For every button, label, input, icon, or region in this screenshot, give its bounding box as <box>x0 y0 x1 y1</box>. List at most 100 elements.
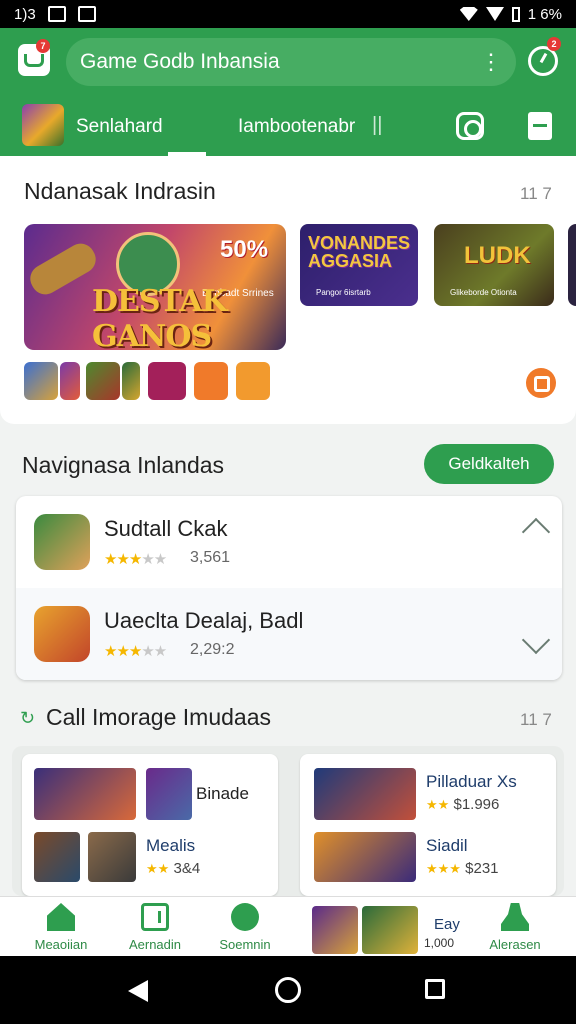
banner-secondary[interactable]: VONANDES AGGASIA Pangor 6isrtarb <box>300 224 418 306</box>
rating-count: 2,29:2 <box>190 641 235 658</box>
list-item[interactable]: Uaeclta Dealaj, Badl ★★★★★ 2,29:2 <box>16 588 562 680</box>
section-count: 11 7 <box>520 184 552 203</box>
card-price: ★★★ $231 <box>426 860 499 877</box>
inbox-icon[interactable]: 7 <box>18 39 50 76</box>
refresh-icon: ↻ <box>20 708 36 728</box>
battery-text: 1 6% <box>527 5 562 23</box>
game-thumbnail[interactable] <box>194 362 228 400</box>
section-title: Ndanasak Indrasin <box>24 178 216 204</box>
see-all-button[interactable]: Geldkalteh <box>424 444 554 484</box>
game-thumbnail[interactable] <box>314 768 416 820</box>
popular-section: Navignasa Inlandas Geldkalteh Sudtall Ck… <box>0 430 576 700</box>
wifi-icon <box>459 7 478 21</box>
back-icon[interactable] <box>128 980 148 1002</box>
game-thumbnail[interactable] <box>314 832 416 882</box>
game-thumbnail <box>312 906 358 954</box>
bottom-nav: Meaoiian Aernadin Soemnin Alerasen <box>0 896 576 956</box>
banner-tertiary[interactable]: LUDK Glikeborde Otionta <box>434 224 554 306</box>
camera-icon[interactable] <box>456 112 484 140</box>
card-price: ★★ $1.996 <box>426 796 500 813</box>
section-title: Navignasa Inlandas <box>22 452 225 478</box>
more-options-icon[interactable]: ⋮ <box>480 51 502 73</box>
game-thumbnail[interactable] <box>22 104 64 146</box>
game-thumbnail[interactable] <box>34 768 136 820</box>
card-label: Pilladuar Xs <box>426 772 517 791</box>
star-rating: ★★★★★ <box>104 551 167 568</box>
nav-label: Meaoiian <box>34 937 88 952</box>
app-header: 7 Game Godb Inbansia ⋮ 2 Senlahard Iambo… <box>0 28 576 156</box>
timer-icon[interactable]: 2 <box>528 37 561 76</box>
collection-card[interactable]: Binade Mealis ★★ 3&4 <box>22 754 278 896</box>
user-icon <box>501 903 529 931</box>
tab-bar: Senlahard Iambootenabr || <box>0 98 576 156</box>
card-label: Siadil <box>426 836 468 855</box>
collection-carousel: Binade Mealis ★★ 3&4 Pilladuar Xs ★★ $1.… <box>12 746 564 896</box>
timer-badge: 2 <box>547 37 561 51</box>
game-thumbnail[interactable] <box>24 362 58 400</box>
tab-iambootenabr[interactable]: Iambootenabr <box>238 116 355 138</box>
list-item[interactable]: Sudtall Ckak ★★★★★ 3,561 <box>16 496 562 588</box>
nav-label: Soemnin <box>219 937 271 952</box>
apps-icon <box>141 903 169 931</box>
share-icon[interactable] <box>526 368 556 398</box>
game-thumbnail[interactable] <box>34 832 80 882</box>
heart-icon[interactable] <box>148 362 186 400</box>
game-name: Uaeclta Dealaj, Badl <box>104 608 304 633</box>
search-query: Game Godb Inbansia <box>80 50 280 73</box>
promo-label: Eay <box>434 916 460 933</box>
game-icon <box>34 606 90 662</box>
promo-sub: 1,000 <box>424 936 455 950</box>
search-bar[interactable]: Game Godb Inbansia ⋮ <box>66 38 516 86</box>
section-count: 11 7 <box>520 710 552 729</box>
nav-label: Alerasen <box>489 937 541 952</box>
tab-senlahard[interactable]: Senlahard <box>76 116 163 138</box>
status-text: 1)3 <box>14 5 36 23</box>
bag-icon[interactable] <box>528 112 552 140</box>
banner-title: VONANDES AGGASIA <box>308 233 411 271</box>
section-title: Call Imorage Imudaas <box>46 704 271 730</box>
nav-apps[interactable]: Aernadin <box>110 903 200 957</box>
collection-card[interactable]: Pilladuar Xs ★★ $1.996 Siadil ★★★ $231 <box>300 754 556 896</box>
star-rating: ★★★★★ <box>104 643 167 660</box>
home-icon <box>47 903 75 931</box>
status-bar: 1)3 1 6% <box>0 0 576 28</box>
promo-tile[interactable]: Eay 1,000 <box>312 906 462 956</box>
game-icon <box>34 514 90 570</box>
inbox-badge: 7 <box>36 39 50 53</box>
signal-icon <box>485 7 504 21</box>
banner-partial[interactable] <box>568 224 576 306</box>
collection-header: ↻ Call Imorage Imudaas 11 7 <box>0 700 576 740</box>
nav-account[interactable]: Alerasen <box>470 903 560 957</box>
mail-notification-icon <box>77 6 96 22</box>
banner-main[interactable]: 50% Benbadt Srrines DESTAK GANOS <box>24 224 286 350</box>
game-thumbnail[interactable] <box>60 362 80 400</box>
card-label: Binade <box>196 784 249 803</box>
game-thumbnail[interactable] <box>122 362 140 400</box>
nav-sports[interactable]: Soemnin <box>200 903 290 957</box>
home-button-icon[interactable] <box>275 977 301 1003</box>
tab-separator: || <box>372 114 383 136</box>
star-icon[interactable] <box>236 362 270 400</box>
game-thumbnail[interactable] <box>86 362 120 400</box>
banner-subtitle: Glikeborde Otionta <box>450 288 517 297</box>
cannon-art <box>25 238 101 300</box>
card-price: ★★ 3&4 <box>146 860 201 877</box>
game-thumbnail[interactable] <box>88 832 136 882</box>
battery-icon <box>511 6 520 22</box>
banner-title: LUDK <box>464 242 531 269</box>
banner-title: DESTAK GANOS <box>92 284 228 350</box>
chevron-down-icon[interactable] <box>521 625 551 655</box>
nav-home[interactable]: Meaoiian <box>16 903 106 957</box>
banner-subtitle: Pangor 6isrtarb <box>316 288 371 297</box>
featured-section: Ndanasak Indrasin 11 7 50% Benbadt Srrin… <box>0 156 576 424</box>
game-list: Sudtall Ckak ★★★★★ 3,561 Uaeclta Dealaj,… <box>16 496 562 680</box>
game-thumbnail[interactable] <box>146 768 192 820</box>
chevron-up-icon[interactable] <box>521 517 551 547</box>
game-thumbnail <box>362 906 418 954</box>
sports-icon <box>231 903 259 931</box>
rating-count: 3,561 <box>190 549 231 566</box>
gallery-notification-icon <box>47 6 66 22</box>
recents-icon[interactable] <box>425 979 445 999</box>
card-label: Mealis <box>146 836 196 855</box>
system-nav-bar <box>0 956 576 1024</box>
